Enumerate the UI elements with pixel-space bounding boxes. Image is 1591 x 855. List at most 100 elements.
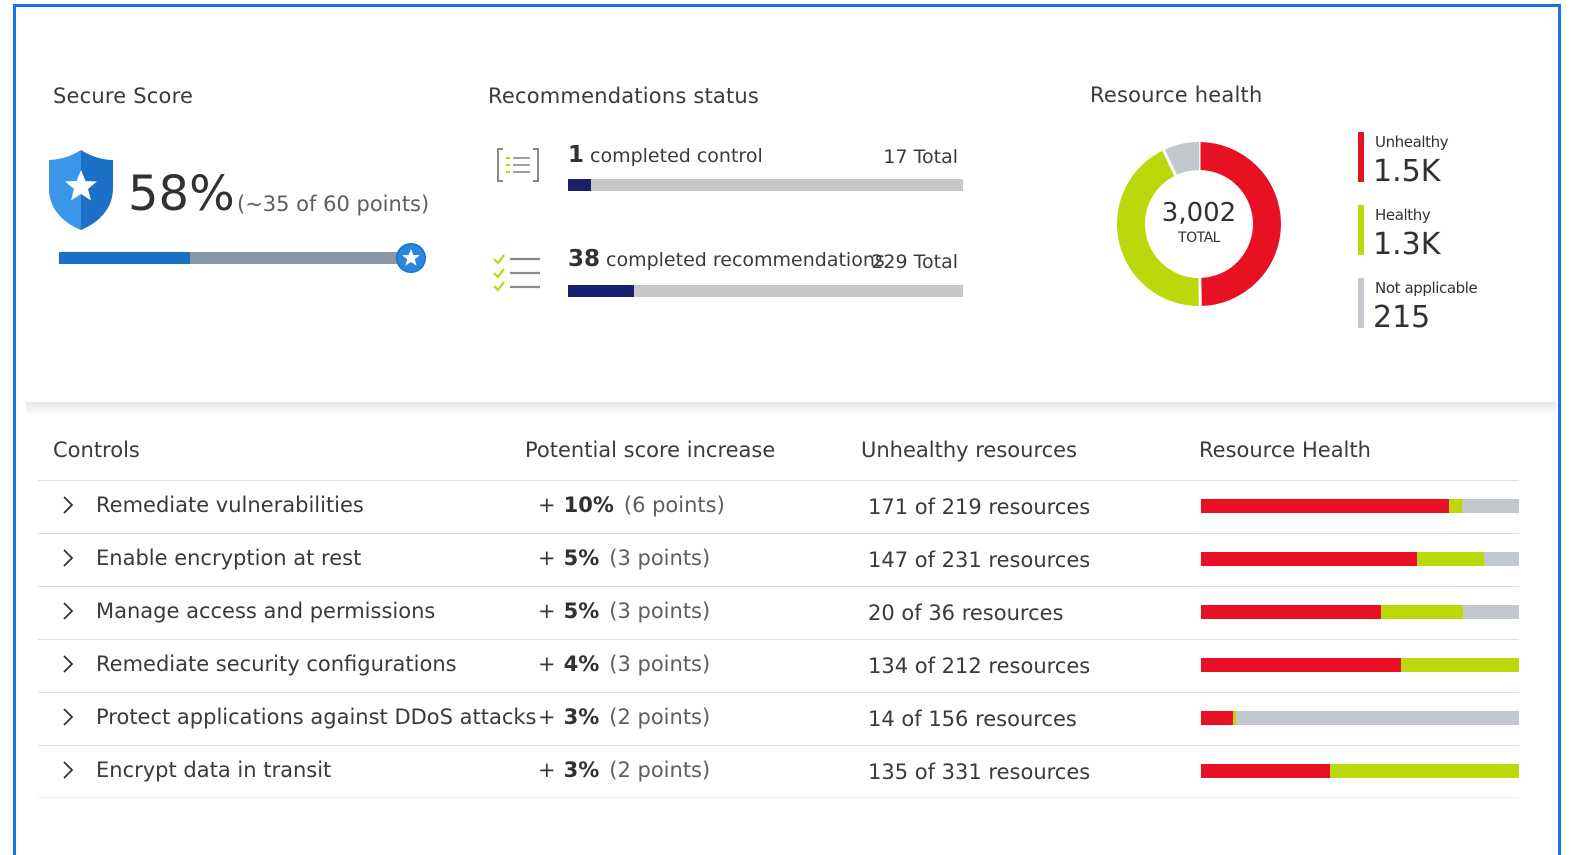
score-increase: +3% (2 points): [538, 705, 710, 729]
resource-health-bar: [1201, 764, 1519, 778]
control-name: Enable encryption at rest: [96, 546, 362, 570]
unhealthy-count: 147 of 231 resources: [868, 548, 1091, 572]
control-name: Remediate security configurations: [96, 652, 457, 676]
header-resource-health: Resource Health: [1199, 438, 1371, 462]
checklist-bracket-icon: [497, 148, 539, 182]
controls-progress-fill: [568, 179, 592, 191]
health-seg-unhealthy: [1201, 499, 1450, 513]
donut-total-label: TOTAL: [1178, 230, 1220, 246]
unhealthy-count: 134 of 212 resources: [868, 654, 1091, 678]
controls-progress-bar: [568, 179, 963, 191]
header-controls: Controls: [53, 438, 140, 462]
score-increase: +3% (2 points): [538, 758, 710, 782]
checklist-icon: [493, 254, 540, 292]
recommendations-total: 229 Total: [871, 251, 958, 273]
table-row[interactable]: Manage access and permissions +5% (3 poin…: [38, 586, 1519, 639]
recommendations-progress-bar: [568, 285, 963, 297]
unhealthy-count: 14 of 156 resources: [868, 707, 1077, 731]
plus-sign: +: [538, 705, 556, 729]
chevron-right-icon[interactable]: [60, 493, 76, 517]
completed-controls-text: completed control: [590, 145, 763, 167]
increase-percent: 5%: [563, 599, 600, 623]
plus-sign: +: [538, 758, 556, 782]
increase-points: (3 points): [609, 652, 711, 676]
health-seg-healthy: [1329, 764, 1519, 778]
shield-star-icon: [49, 150, 113, 230]
control-name: Remediate vulnerabilities: [96, 493, 364, 517]
table-row[interactable]: Enable encryption at rest +5% (3 points) …: [38, 533, 1519, 586]
score-star-knob-icon: [396, 243, 426, 273]
control-name: Encrypt data in transit: [96, 758, 332, 782]
score-increase: +5% (3 points): [538, 546, 710, 570]
donut-total-value: 3,002: [1161, 198, 1237, 228]
increase-points: (2 points): [609, 758, 711, 782]
plus-sign: +: [538, 493, 556, 517]
health-seg-not-applicable: [1463, 605, 1519, 619]
resource-health-bar: [1201, 711, 1519, 725]
health-seg-unhealthy: [1201, 552, 1418, 566]
resource-health-bar: [1201, 658, 1519, 672]
header-potential-score-increase: Potential score increase: [525, 438, 776, 462]
table-row[interactable]: Remediate security configurations +4% (3 …: [38, 639, 1519, 692]
score-increase: +10% (6 points): [538, 493, 725, 517]
legend-unhealthy-value: 1.5K: [1373, 154, 1441, 189]
unhealthy-count: 135 of 331 resources: [868, 760, 1091, 784]
chevron-right-icon[interactable]: [60, 652, 76, 676]
health-seg-healthy: [1449, 499, 1462, 513]
donut-segment-not-applicable: [1163, 142, 1200, 176]
increase-percent: 3%: [563, 758, 600, 782]
secure-score-title: Secure Score: [53, 84, 194, 108]
legend-unhealthy-label: Unhealthy: [1375, 133, 1449, 151]
increase-points: (2 points): [609, 705, 711, 729]
resource-health-bar: [1201, 499, 1519, 513]
legend-healthy-value: 1.3K: [1373, 227, 1441, 262]
health-seg-not-applicable: [1484, 552, 1519, 566]
secure-score-bar: [59, 252, 411, 264]
chevron-right-icon[interactable]: [60, 599, 76, 623]
unhealthy-count: 20 of 36 resources: [868, 601, 1064, 625]
plus-sign: +: [538, 546, 556, 570]
increase-points: (6 points): [623, 493, 725, 517]
health-seg-not-applicable: [1235, 711, 1519, 725]
controls-total: 17 Total: [883, 146, 958, 168]
completed-recommendations-count: 38: [568, 246, 601, 272]
completed-recommendations-text: completed recommendations: [606, 249, 885, 271]
increase-points: (3 points): [609, 546, 711, 570]
health-seg-unhealthy: [1201, 658, 1402, 672]
secure-score-bar-fill: [59, 252, 190, 264]
table-row[interactable]: Encrypt data in transit +3% (2 points) 13…: [38, 745, 1519, 798]
table-row[interactable]: Protect applications against DDoS attack…: [38, 692, 1519, 745]
legend-not-applicable-label: Not applicable: [1375, 279, 1478, 297]
increase-percent: 4%: [563, 652, 600, 676]
recommendations-progress-fill: [568, 285, 634, 297]
score-increase: +4% (3 points): [538, 652, 710, 676]
health-seg-unhealthy: [1201, 764, 1330, 778]
control-name: Manage access and permissions: [96, 599, 436, 623]
health-seg-not-applicable: [1461, 499, 1519, 513]
completed-controls-label: 1 completed control: [568, 142, 763, 168]
legend-healthy-label: Healthy: [1375, 206, 1431, 224]
recommendations-title: Recommendations status: [488, 84, 760, 108]
unhealthy-count: 171 of 219 resources: [868, 495, 1091, 519]
table-row[interactable]: Remediate vulnerabilities +10% (6 points)…: [38, 480, 1519, 533]
plus-sign: +: [538, 652, 556, 676]
health-seg-healthy: [1417, 552, 1484, 566]
increase-percent: 10%: [563, 493, 614, 517]
legend-healthy-swatch: [1358, 205, 1364, 255]
section-divider: [26, 402, 1556, 416]
chevron-right-icon[interactable]: [60, 758, 76, 782]
resource-health-bar: [1201, 552, 1519, 566]
plus-sign: +: [538, 599, 556, 623]
increase-percent: 5%: [563, 546, 600, 570]
health-seg-unhealthy: [1201, 711, 1233, 725]
resource-health-title: Resource health: [1090, 83, 1263, 107]
health-seg-unhealthy: [1201, 605, 1381, 619]
secure-score-percent: 58%: [128, 166, 235, 222]
completed-recommendations-label: 38 completed recommendations: [568, 246, 885, 272]
completed-controls-count: 1: [568, 142, 585, 168]
chevron-right-icon[interactable]: [60, 546, 76, 570]
secure-score-points: (~35 of 60 points): [237, 192, 430, 216]
chevron-right-icon[interactable]: [60, 705, 76, 729]
score-increase: +5% (3 points): [538, 599, 710, 623]
control-name: Protect applications against DDoS attack…: [96, 705, 537, 729]
